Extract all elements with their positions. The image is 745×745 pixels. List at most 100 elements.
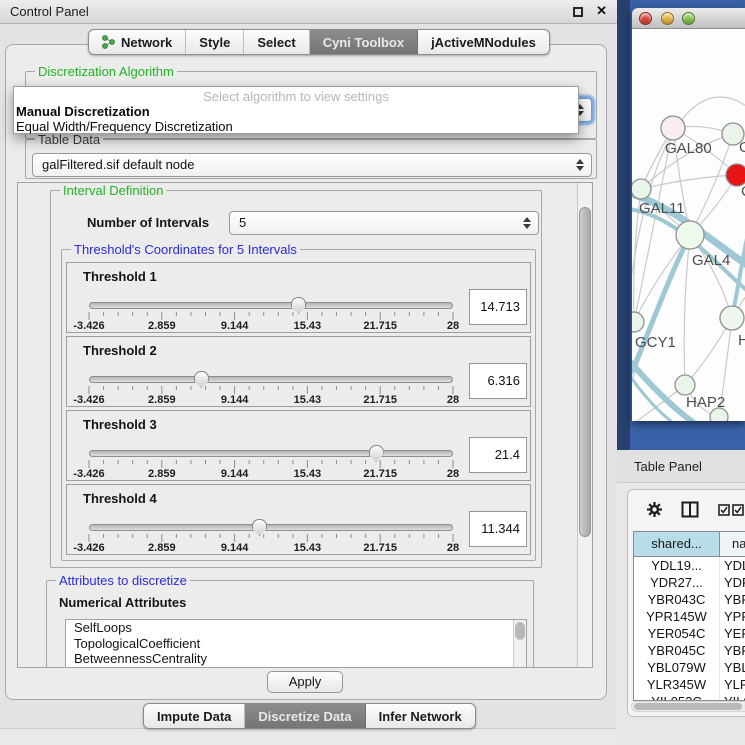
scrollbar-thumb[interactable] <box>634 703 742 710</box>
slider-track[interactable] <box>89 524 453 531</box>
table-row[interactable]: YBL079WYBL079W <box>634 659 745 676</box>
tab-discretize-data[interactable]: Discretize Data <box>245 704 365 728</box>
network-node-GAL11[interactable] <box>632 179 651 199</box>
node-label: H <box>738 332 745 349</box>
combo-arrows-icon <box>576 159 584 171</box>
slider-track[interactable] <box>89 450 453 457</box>
threshold-value-field[interactable]: 6.316 <box>469 363 527 399</box>
cell-shared-name: YPR145W <box>634 608 720 625</box>
settings-scrollbar[interactable] <box>577 183 592 667</box>
table-row[interactable]: YBR045CYBR045C <box>634 642 745 659</box>
cell-shared-name: YBL079W <box>634 659 720 676</box>
tab-label: jActiveMNodules <box>431 35 536 50</box>
threshold-label: Threshold 2 <box>83 343 157 358</box>
network-canvas[interactable]: GAL80GALCGAL11GAL4GCY1HHAP2 <box>632 29 745 421</box>
scrollbar-thumb[interactable] <box>515 622 525 640</box>
threshold-value-field[interactable]: 14.713 <box>469 289 527 325</box>
threshold-value-field[interactable]: 21.4 <box>469 437 527 473</box>
threshold-label: Threshold 4 <box>83 491 157 506</box>
close-traffic-light[interactable] <box>639 12 652 25</box>
list-item[interactable]: SelfLoops <box>66 620 526 636</box>
list-item[interactable]: TopologicalCoefficient <box>66 636 526 652</box>
tab-label: Style <box>199 35 230 50</box>
cell-name: YPR145W <box>720 608 745 625</box>
attributes-list[interactable]: SelfLoopsTopologicalCoefficientBetweenne… <box>65 619 527 668</box>
group-title: Attributes to discretize <box>56 573 190 588</box>
table-row[interactable]: YBR043CYBR043C <box>634 591 745 608</box>
table-data-group: Table Data galFiltered.sif default node <box>25 139 597 179</box>
node-label: HAP2 <box>686 394 725 411</box>
network-node-GCY1[interactable] <box>632 312 644 332</box>
slider-ticks <box>89 460 453 470</box>
cell-name: YBR045C <box>720 642 745 659</box>
slider-ticks <box>89 534 453 544</box>
cell-shared-name: YER054C <box>634 625 720 642</box>
network-view-window: GAL80GALCGAL11GAL4GCY1HHAP2 <box>632 8 745 421</box>
threshold-value-field[interactable]: 11.344 <box>469 511 527 547</box>
tab-style[interactable]: Style <box>186 30 244 54</box>
network-node-HAP2[interactable] <box>675 375 695 395</box>
node-label: GAL11 <box>639 200 685 217</box>
cell-shared-name: YLR345W <box>634 676 720 693</box>
column-header-shared-name[interactable]: shared... <box>634 532 720 556</box>
threshold-slider[interactable]: -3.426 2.859 9.144 15.43 21.715 28 <box>89 519 453 555</box>
threshold-slider[interactable]: -3.426 2.859 9.144 15.43 21.715 28 <box>89 445 453 481</box>
table-data-select[interactable]: galFiltered.sif default node <box>32 153 592 177</box>
table-row[interactable]: YDR27...YDR27... <box>634 574 745 591</box>
cell-shared-name: YDL19... <box>634 557 720 574</box>
table-toolbar <box>628 498 745 526</box>
gear-icon[interactable] <box>646 501 663 518</box>
table-row[interactable]: YLR345WYLR345W <box>634 676 745 693</box>
slider-track[interactable] <box>89 376 453 383</box>
tab-select[interactable]: Select <box>244 30 309 54</box>
apply-button[interactable]: Apply <box>267 671 343 693</box>
network-node-GAL4[interactable] <box>676 221 704 249</box>
zoom-traffic-light[interactable] <box>682 12 695 25</box>
tab-impute-data[interactable]: Impute Data <box>144 704 245 728</box>
list-scrollbar[interactable] <box>513 620 526 668</box>
network-node-H-node[interactable] <box>720 306 744 330</box>
network-node-GAL80[interactable] <box>661 116 685 140</box>
split-columns-icon[interactable] <box>681 501 699 518</box>
threshold-slider[interactable]: -3.426 2.859 9.144 15.43 21.715 28 <box>89 371 453 407</box>
slider-ticks <box>89 386 453 396</box>
column-header-name[interactable]: name <box>720 532 745 556</box>
attributes-group: Attributes to discretize Numerical Attri… <box>46 580 534 668</box>
scrollbar-thumb[interactable] <box>579 207 591 537</box>
tab-cyni-toolbox[interactable]: Cyni Toolbox <box>310 30 418 54</box>
slider-track[interactable] <box>89 302 453 309</box>
minimize-traffic-light[interactable] <box>661 12 674 25</box>
number-of-intervals-select[interactable]: 5 <box>229 211 539 235</box>
algorithm-dropdown-popup: Select algorithm to view settings Manual… <box>13 86 579 134</box>
table-panel-titlebar: Table Panel <box>617 450 745 483</box>
threshold-panel-3: Threshold 3 -3.426 2.859 9.144 15.43 21.… <box>66 410 531 481</box>
network-window-titlebar[interactable] <box>632 8 745 29</box>
dropdown-option-manual[interactable]: Manual Discretization <box>16 104 150 119</box>
threshold-slider[interactable]: -3.426 2.859 9.144 15.43 21.715 28 <box>89 297 453 333</box>
checkbox-pair-icon[interactable] <box>718 504 744 516</box>
close-icon[interactable]: ✕ <box>596 3 607 19</box>
table-header-row: shared... name <box>634 532 745 557</box>
table-row[interactable]: YER054CYER054C <box>634 625 745 642</box>
table-row[interactable]: YIL052CYIL052C <box>634 693 745 700</box>
tab-network[interactable]: Network <box>89 30 186 54</box>
tab-jactivemnodules[interactable]: jActiveMNodules <box>418 30 549 54</box>
cyni-mode-tabs: Impute Data Discretize Data Infer Networ… <box>143 703 476 729</box>
numerical-attributes-label: Numerical Attributes <box>59 595 186 610</box>
table-row[interactable]: YDL19...YDL19... <box>634 557 745 574</box>
threshold-panel-1: Threshold 1 -3.426 2.859 9.144 15.43 21.… <box>66 262 531 333</box>
dropdown-option-equal-width[interactable]: Equal Width/Frequency Discretization <box>16 119 233 134</box>
cell-shared-name: YBR045C <box>634 642 720 659</box>
table-row[interactable]: YPR145WYPR145W <box>634 608 745 625</box>
list-item[interactable]: BetweennessCentrality <box>66 651 526 667</box>
float-window-icon[interactable] <box>573 7 583 17</box>
thresholds-group: Threshold's Coordinates for 5 Intervals … <box>61 249 536 561</box>
cell-shared-name: YDR27... <box>634 574 720 591</box>
cyni-toolbox-panel: Discretization Algorithm Select algorith… <box>5 44 607 700</box>
table-horizontal-scrollbar[interactable] <box>631 701 745 712</box>
tab-infer-network[interactable]: Infer Network <box>366 704 475 728</box>
node-label: GAL <box>739 139 745 156</box>
cell-name: YER054C <box>720 625 745 642</box>
table-panel-container: shared... name YDL19...YDL19...YDR27...Y… <box>627 489 745 717</box>
cell-shared-name: YBR043C <box>634 591 720 608</box>
